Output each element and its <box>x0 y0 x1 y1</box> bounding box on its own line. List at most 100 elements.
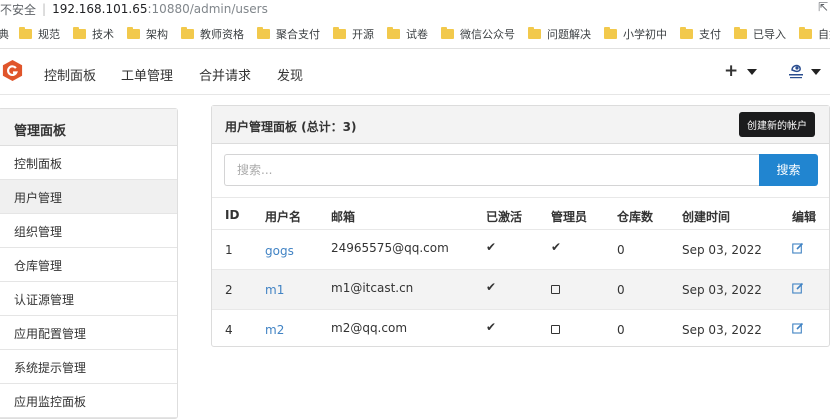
column-header-username[interactable]: 用户名 <box>265 208 301 225</box>
bookmark-label: 开源 <box>352 28 374 41</box>
folder-icon <box>680 27 693 39</box>
cell-repos: 0 <box>617 283 625 297</box>
edit-icon[interactable] <box>792 242 804 254</box>
table-row: 1 gogs 24965575@qq.com ✔ ✔ 0 Sep 03, 202… <box>212 229 829 269</box>
bookmark-item[interactable]: 已导入 <box>734 26 786 42</box>
cell-username-link[interactable]: gogs <box>265 244 294 258</box>
sidebar-item-dashboard[interactable]: 控制面板 <box>0 146 177 180</box>
bookmark-item[interactable]: 自娱 <box>799 26 830 42</box>
cell-username-link[interactable]: m1 <box>265 283 284 297</box>
sidebar-item-monitor[interactable]: 应用监控面板 <box>0 384 177 418</box>
create-account-button[interactable]: 创建新的帐户 <box>739 112 815 137</box>
gogs-logo-icon[interactable] <box>1 59 24 82</box>
folder-icon <box>181 27 194 39</box>
cell-created: Sep 03, 2022 <box>682 243 762 257</box>
column-header-email: 邮箱 <box>331 210 356 224</box>
bookmark-label: 小学初中 <box>623 28 667 41</box>
user-dropdown-caret-icon[interactable] <box>811 69 821 75</box>
bookmark-item[interactable]: 微信公众号 <box>441 26 515 42</box>
folder-icon <box>441 27 454 39</box>
cell-created: Sep 03, 2022 <box>682 323 762 337</box>
sidebar-item-config[interactable]: 应用配置管理 <box>0 316 177 350</box>
bookmark-item[interactable]: 教师资格 <box>181 26 244 42</box>
user-management-panel: 用户管理面板 (总计：3) 创建新的帐户 搜索 ID 用户名 邮箱 已激活 管理… <box>211 105 830 347</box>
bookmark-label: 技术 <box>92 28 114 41</box>
bookmark-label: 试卷 <box>406 28 428 41</box>
cell-id: 1 <box>225 243 233 257</box>
panel-title: 用户管理面板 (总计：3) <box>225 120 357 134</box>
column-header-edit: 编辑 <box>792 210 817 224</box>
cell-id: 4 <box>225 323 233 337</box>
cell-email: m2@qq.com <box>331 321 408 335</box>
table-row: 4 m2 m2@qq.com ✔ 0 Sep 03, 2022 <box>212 309 829 349</box>
bookmark-item[interactable]: 试卷 <box>387 26 428 42</box>
cell-repos: 0 <box>617 323 625 337</box>
bookmark-label: 典 <box>0 28 9 41</box>
sidebar-item-notices[interactable]: 系统提示管理 <box>0 350 177 384</box>
folder-icon <box>734 27 747 39</box>
admin-check-icon: ✔ <box>551 240 562 254</box>
search-input[interactable] <box>224 154 760 186</box>
bookmarks-bar: 典 规范 技术 架构 教师资格 聚合支付 开源 试卷 微信公众号 问题解决 小学… <box>0 24 830 44</box>
column-header-activated: 已激活 <box>486 210 523 224</box>
sidebar-item-users[interactable]: 用户管理 <box>0 180 177 214</box>
bookmark-item[interactable]: 聚合支付 <box>257 26 320 42</box>
cell-email: m1@itcast.cn <box>331 281 414 295</box>
edit-icon[interactable] <box>792 322 804 334</box>
folder-icon <box>799 27 812 39</box>
edit-icon[interactable] <box>792 282 804 294</box>
bookmark-label: 支付 <box>699 28 721 41</box>
folder-icon <box>528 27 541 39</box>
url-host: 192.168.101.65 <box>52 2 148 16</box>
bookmark-label: 聚合支付 <box>276 28 320 41</box>
folder-icon <box>333 27 346 39</box>
search-bar: 搜索 <box>224 154 818 186</box>
users-table: ID 用户名 邮箱 已激活 管理员 仓库数 创建时间 编辑 1 gogs 249… <box>212 197 829 349</box>
bookmark-item[interactable]: 规范 <box>19 26 60 42</box>
admin-unchecked-icon <box>551 325 560 334</box>
bookmark-item[interactable]: 开源 <box>333 26 374 42</box>
insecure-label: 不安全 <box>0 2 37 17</box>
bookmark-label: 架构 <box>146 28 168 41</box>
create-plus-icon[interactable]: + <box>724 61 738 81</box>
folder-icon <box>604 27 617 39</box>
bookmark-item[interactable]: 架构 <box>127 26 168 42</box>
folder-icon <box>127 27 140 39</box>
panel-header: 用户管理面板 (总计：3) 创建新的帐户 <box>212 106 829 144</box>
column-header-created: 创建时间 <box>682 210 731 224</box>
column-header-repos: 仓库数 <box>617 210 654 224</box>
folder-icon <box>19 27 32 39</box>
nav-explore[interactable]: 发现 <box>277 65 303 84</box>
cell-repos: 0 <box>617 243 625 257</box>
nav-issues[interactable]: 工单管理 <box>121 65 173 84</box>
cell-username-link[interactable]: m2 <box>265 323 284 337</box>
bookmark-label: 微信公众号 <box>460 28 515 41</box>
bookmark-item[interactable]: 典 <box>0 26 9 42</box>
sidebar-item-organizations[interactable]: 组织管理 <box>0 214 177 248</box>
bookmark-label: 问题解决 <box>547 28 591 41</box>
bookmark-label: 教师资格 <box>200 28 244 41</box>
admin-unchecked-icon <box>551 285 560 294</box>
sidebar-item-auth-sources[interactable]: 认证源管理 <box>0 282 177 316</box>
search-button[interactable]: 搜索 <box>759 154 818 186</box>
bookmark-item[interactable]: 技术 <box>73 26 114 42</box>
browser-address-bar[interactable]: 不安全 | 192.168.101.65 :10880/admin/users … <box>0 0 830 18</box>
column-header-admin: 管理员 <box>551 210 588 224</box>
url-path: :10880/admin/users <box>147 2 268 16</box>
share-icon[interactable]: ⇱ <box>818 0 828 14</box>
bookmark-label: 规范 <box>38 28 60 41</box>
bookmark-item[interactable]: 问题解决 <box>528 26 591 42</box>
user-avatar[interactable] <box>787 61 805 81</box>
bookmark-label: 已导入 <box>753 28 786 41</box>
table-row: 2 m1 m1@itcast.cn ✔ 0 Sep 03, 2022 <box>212 269 829 309</box>
activated-check-icon: ✔ <box>486 280 497 294</box>
nav-dashboard[interactable]: 控制面板 <box>44 65 96 84</box>
sidebar-item-repositories[interactable]: 仓库管理 <box>0 248 177 282</box>
folder-icon <box>387 27 400 39</box>
address-separator: | <box>42 2 47 16</box>
bookmark-item[interactable]: 小学初中 <box>604 26 667 42</box>
activated-check-icon: ✔ <box>486 240 497 254</box>
create-dropdown-caret-icon[interactable] <box>747 69 757 75</box>
bookmark-item[interactable]: 支付 <box>680 26 721 42</box>
nav-pull-requests[interactable]: 合并请求 <box>199 65 251 84</box>
